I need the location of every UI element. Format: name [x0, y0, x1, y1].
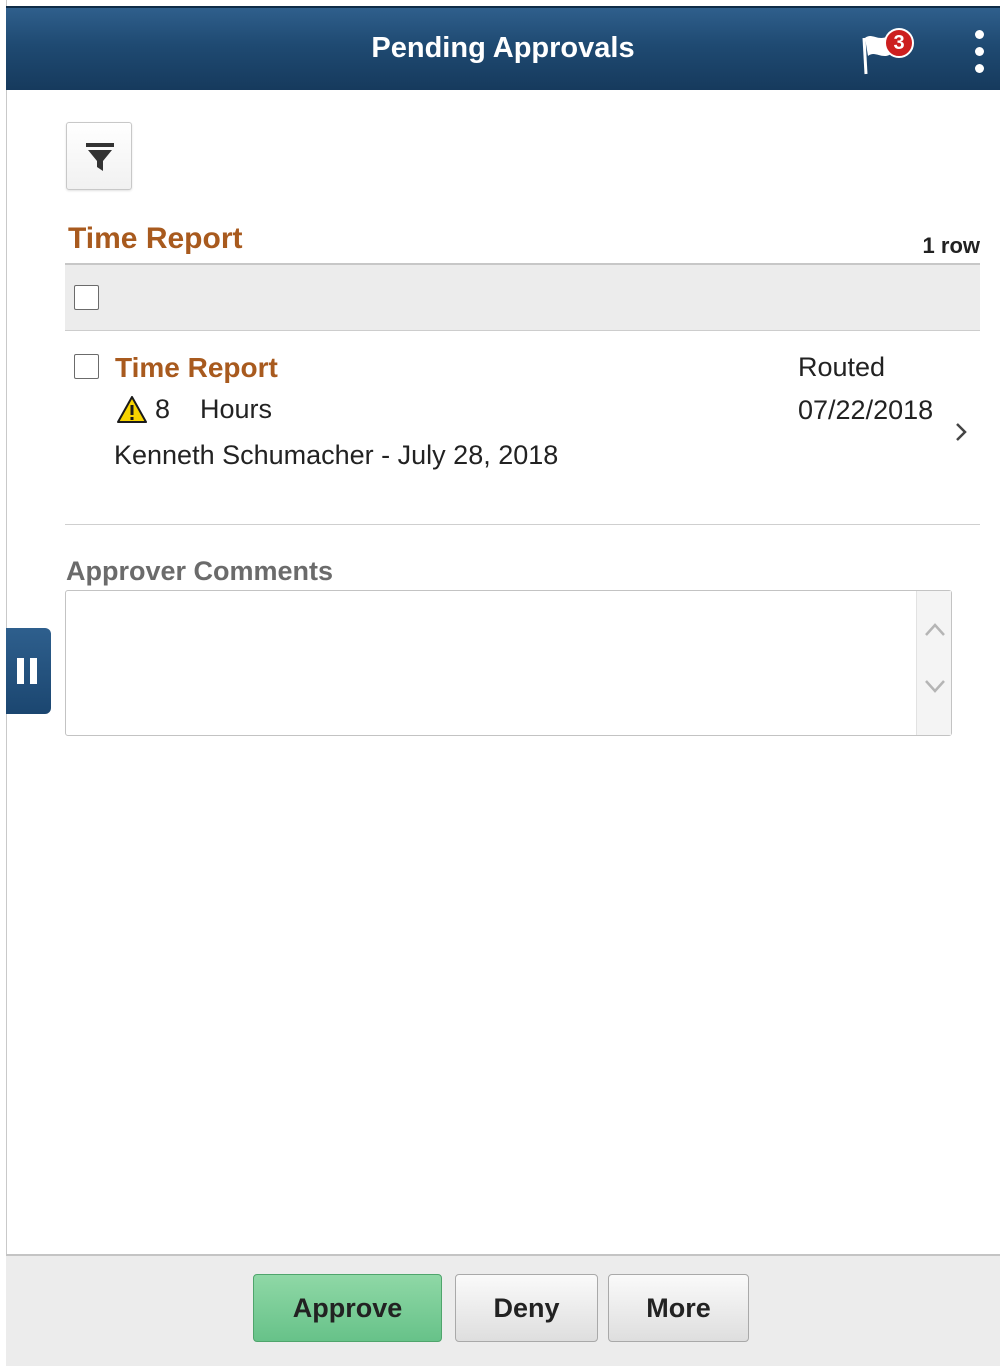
chevron-right-icon[interactable]	[953, 419, 969, 445]
filter-icon	[86, 143, 114, 171]
comments-label: Approver Comments	[66, 556, 334, 586]
select-all-bar	[65, 263, 980, 331]
item-unit: Hours	[200, 394, 273, 424]
comments-field-wrapper	[65, 590, 952, 736]
more-button[interactable]: More	[608, 1274, 749, 1342]
warning-icon	[117, 395, 147, 423]
comments-scrollbar[interactable]	[916, 591, 951, 735]
item-title[interactable]: Time Report	[115, 352, 278, 384]
page-title: Pending Approvals	[371, 32, 635, 64]
scroll-down-icon[interactable]	[923, 677, 947, 695]
side-panel-toggle[interactable]	[6, 628, 51, 714]
deny-button[interactable]: Deny	[455, 1274, 598, 1342]
filter-button[interactable]	[66, 122, 132, 190]
item-status: Routed	[798, 352, 886, 382]
list-item[interactable]: Time Report 8 Hours Kenneth Schumacher -…	[65, 332, 980, 525]
pause-icon-bar	[17, 658, 24, 684]
notifications-badge: 3	[884, 28, 914, 58]
item-date: 07/22/2018	[798, 395, 934, 425]
notifications-button[interactable]: 3	[858, 28, 922, 76]
item-checkbox[interactable]	[74, 354, 99, 379]
approve-button[interactable]: Approve	[253, 1274, 442, 1342]
select-all-checkbox[interactable]	[74, 285, 99, 310]
item-description: Kenneth Schumacher - July 28, 2018	[114, 440, 559, 470]
footer-bar: Approve Deny More	[6, 1254, 1000, 1366]
header-bar: Pending Approvals 3	[6, 6, 1000, 90]
section-title: Time Report	[68, 222, 243, 255]
item-quantity: 8	[155, 394, 171, 424]
row-count: 1 row	[922, 233, 980, 258]
pause-icon-bar	[30, 658, 37, 684]
scroll-up-icon[interactable]	[923, 621, 947, 639]
comments-textarea[interactable]	[66, 591, 916, 735]
item-quantity-line: 8 Hours	[117, 394, 272, 425]
kebab-menu-icon[interactable]	[966, 30, 992, 78]
